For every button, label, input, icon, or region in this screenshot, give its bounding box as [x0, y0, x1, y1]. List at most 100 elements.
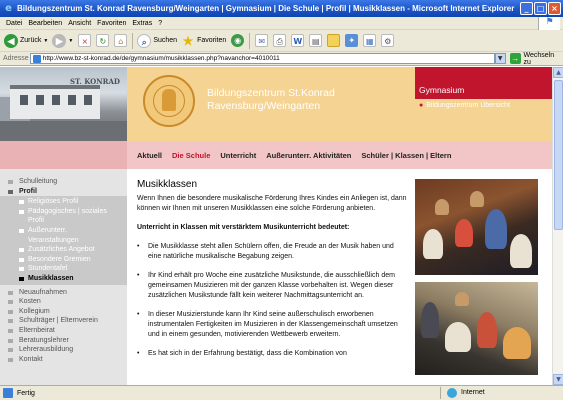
sidebar-item-kontakt[interactable]: Kontakt — [0, 355, 127, 365]
school-building-photo: ST. KONRAD — [0, 67, 127, 141]
overview-link[interactable]: ● Bildungszentrum Übersicht — [419, 102, 510, 109]
sidebar-item-schulleitung[interactable]: Schulleitung — [0, 177, 127, 187]
header-section-panel: Gymnasium ● Bildungszentrum Übersicht — [415, 67, 552, 141]
nav-unterricht[interactable]: Unterricht — [220, 151, 256, 160]
favorites-button[interactable]: ★ Favoriten — [181, 34, 227, 48]
sidebar-item-neuaufnahmen[interactable]: Neuaufnahmen — [0, 288, 127, 298]
sidebar-item-musikklassen[interactable]: Musikklassen — [0, 274, 127, 284]
sidebar-item-beratungslehrer[interactable]: Beratungslehrer — [0, 336, 127, 346]
search-icon: ⌕ — [137, 33, 152, 48]
intro-paragraph: Wenn Ihnen die besondere musikalische Fö… — [137, 195, 407, 212]
sidebar-item-kollegium[interactable]: Kollegium — [0, 307, 127, 317]
maximize-button[interactable]: □ — [534, 2, 547, 15]
menu-bearbeiten[interactable]: Bearbeiten — [28, 20, 62, 27]
research-icon[interactable]: ▦ — [363, 34, 377, 47]
benefits-list: Die Musikklasse steht allen Schülern off… — [137, 242, 407, 359]
address-url: http://www.bz-st-konrad.de/de/gymnasium/… — [42, 55, 280, 62]
status-text: Fertig — [17, 389, 35, 397]
stop-icon[interactable]: × — [78, 34, 92, 47]
scroll-up-icon[interactable]: ▲ — [553, 67, 563, 78]
back-button[interactable]: ◀ Zurück ▼ — [4, 33, 48, 48]
windows-flag-icon: ⚑ — [538, 17, 560, 30]
minimize-button[interactable]: _ — [520, 2, 533, 15]
window-title-bar: e Bildungszentrum St. Konrad Ravensburg/… — [0, 0, 563, 17]
scrollbar-thumb[interactable] — [554, 80, 563, 230]
scroll-down-icon[interactable]: ▼ — [553, 374, 563, 385]
menu-datei[interactable]: Datei — [6, 20, 22, 27]
forward-dropdown-icon[interactable]: ▼ — [68, 38, 73, 44]
address-label: Adresse — [3, 55, 29, 62]
page-icon — [32, 55, 41, 63]
menu-extras[interactable]: Extras — [132, 20, 152, 27]
sidebar-item-zusaetzliches-angebot[interactable]: Zusätzliches Angebot — [0, 245, 127, 255]
mail-icon[interactable]: ✉ — [255, 34, 269, 47]
sidebar-item-ausserunterr-veranstaltungen[interactable]: Außerunterr. Veranstaltungen — [0, 226, 110, 245]
forward-arrow-icon: ▶ — [52, 33, 67, 48]
sidebar-item-religioeses-profil[interactable]: Religiöses Profil — [0, 197, 127, 207]
address-input[interactable]: http://www.bz-st-konrad.de/de/gymnasium/… — [29, 53, 495, 64]
toolbar-separator — [249, 32, 251, 49]
school-seal-logo[interactable] — [143, 75, 195, 127]
sidebar-item-kosten[interactable]: Kosten — [0, 297, 127, 307]
orchestra-photo — [415, 179, 538, 275]
sidebar-item-stundentafel[interactable]: Stundentafel — [0, 264, 127, 274]
go-label: Wechseln zu — [523, 51, 555, 66]
refresh-icon[interactable]: ↻ — [96, 34, 110, 47]
sidebar-item-paedagogisches-profil[interactable]: Pädagogisches | soziales Profil — [0, 207, 122, 226]
list-item: Ihr Kind erhält pro Woche eine zusätzlic… — [137, 271, 407, 301]
internet-zone-icon — [447, 388, 457, 398]
close-button[interactable]: × — [548, 2, 561, 15]
go-button[interactable]: → Wechseln zu — [509, 51, 563, 66]
page-viewport: ST. KONRAD Bildungszentrum St.Konrad Rav… — [0, 67, 552, 385]
brand-name: Bildungszentrum St.Konrad — [207, 87, 335, 99]
sidebar-item-besondere-gremien[interactable]: Besondere Gremien — [0, 255, 127, 265]
print-icon[interactable]: ⎙ — [273, 34, 287, 47]
main-content: Musikklassen Wenn Ihnen die besondere mu… — [137, 179, 407, 368]
address-dropdown-icon[interactable]: ▼ — [494, 53, 506, 64]
sidebar-item-lehrerausbildung[interactable]: Lehrerausbildung — [0, 345, 127, 355]
sidebar-submenu: Religiöses Profil Pädagogisches | sozial… — [0, 196, 127, 285]
section-title: Gymnasium — [419, 85, 465, 95]
folder-icon[interactable] — [327, 34, 341, 47]
toolbar-separator — [132, 32, 134, 49]
window-title: Bildungszentrum St. Konrad Ravensburg/We… — [17, 4, 515, 13]
discuss-icon[interactable]: ▤ — [309, 34, 323, 47]
sidebar: Schulleitung Profil Religiöses Profil Pä… — [0, 169, 127, 385]
site-header: Bildungszentrum St.Konrad Ravensburg/Wei… — [127, 67, 415, 141]
list-item: Es hat sich in der Erfahrung bestätigt, … — [137, 349, 407, 359]
nav-die-schule[interactable]: Die Schule — [172, 151, 210, 160]
vertical-scrollbar[interactable]: ▲ ▼ — [552, 67, 563, 385]
main-nav: Aktuell Die Schule Unterricht Außerunter… — [127, 141, 552, 169]
back-dropdown-icon[interactable]: ▼ — [43, 38, 48, 44]
page-status-icon — [3, 388, 13, 398]
bullet-icon: ● — [419, 102, 424, 109]
building-sign: ST. KONRAD — [70, 77, 120, 86]
nav-aktuell[interactable]: Aktuell — [137, 151, 162, 160]
page-title: Musikklassen — [137, 179, 198, 190]
search-label: Suchen — [153, 37, 178, 44]
favorites-label: Favoriten — [197, 37, 227, 44]
search-button[interactable]: ⌕ Suchen — [137, 33, 178, 48]
nav-left-band — [0, 141, 127, 169]
sidebar-item-profil[interactable]: Profil — [0, 187, 127, 197]
messenger-icon[interactable]: ✦ — [345, 34, 359, 47]
menu-ansicht[interactable]: Ansicht — [68, 20, 91, 27]
zone-text: Internet — [461, 389, 485, 396]
forward-button[interactable]: ▶ ▼ — [52, 33, 73, 48]
ie-logo-icon: e — [5, 3, 12, 14]
menu-help[interactable]: ? — [158, 20, 162, 27]
tools-icon[interactable]: ⚙ — [381, 34, 395, 47]
word-icon[interactable]: W — [291, 34, 305, 47]
nav-schueler-klassen-eltern[interactable]: Schüler | Klassen | Eltern — [361, 151, 451, 160]
brand-location: Ravensburg/Weingarten — [207, 100, 321, 112]
sidebar-item-elternbeirat[interactable]: Elternbeirat — [0, 326, 127, 336]
address-bar: Adresse http://www.bz-st-konrad.de/de/gy… — [0, 52, 563, 66]
menu-favoriten[interactable]: Favoriten — [97, 20, 126, 27]
sidebar-item-schultraeger[interactable]: Schulträger | Elternverein — [0, 316, 127, 326]
status-bar: Fertig Internet — [0, 385, 563, 400]
list-item: Die Musikklasse steht allen Schülern off… — [137, 242, 407, 262]
nav-ausserunterr-aktivitaeten[interactable]: Außerunterr. Aktivitäten — [266, 151, 351, 160]
media-icon[interactable]: ◉ — [231, 34, 245, 47]
go-arrow-icon: → — [509, 53, 521, 64]
home-icon[interactable]: ⌂ — [114, 34, 128, 47]
